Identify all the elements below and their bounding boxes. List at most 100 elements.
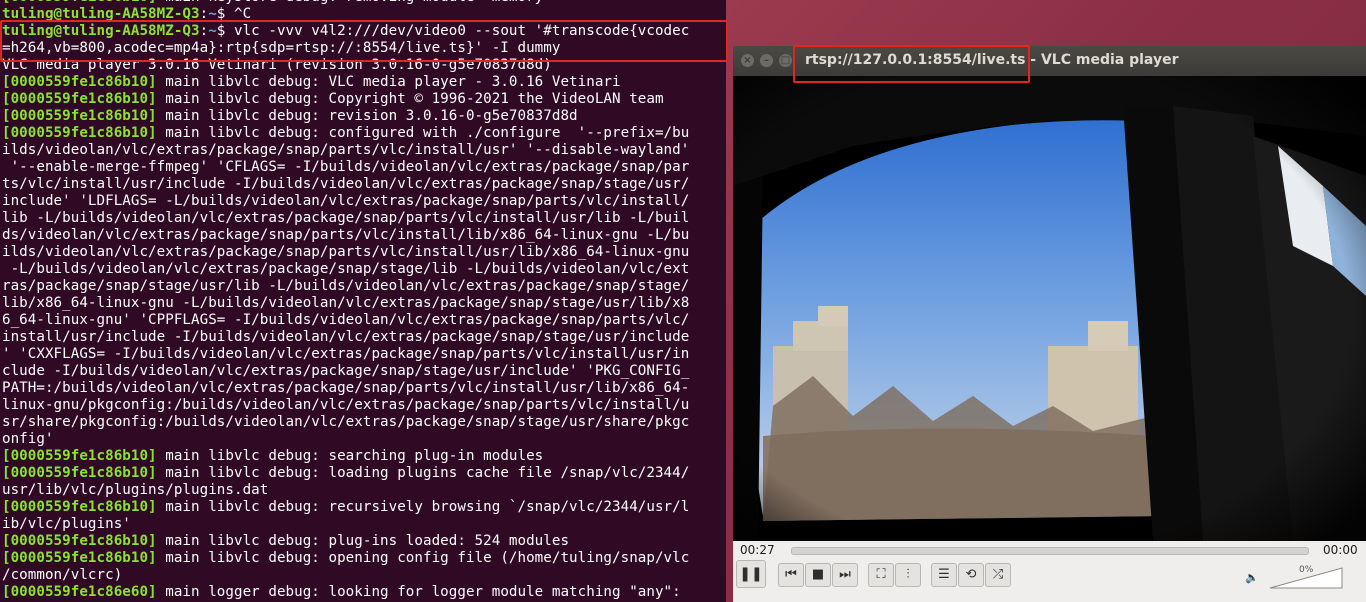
- terminal-text: clude -I/builds/videolan/vlc/extras/pack…: [2, 363, 690, 379]
- terminal-text: linux-gnu/pkgconfig:/builds/videolan/vlc…: [2, 397, 690, 413]
- terminal-text: =h264,vb=800,acodec=mp4a}:rtp{sdp=rtsp:/…: [2, 40, 561, 56]
- video-frame[interactable]: [733, 76, 1366, 541]
- terminal-text: ds/videolan/vlc/extras/package/snap/part…: [2, 227, 690, 243]
- terminal-line: ras/package/snap/stage/usr/lib -L/builds…: [2, 278, 724, 295]
- terminal-line: ilds/videolan/vlc/extras/package/snap/pa…: [2, 244, 724, 261]
- terminal-text: ilds/videolan/vlc/extras/package/snap/pa…: [2, 142, 690, 158]
- terminal-text: '--enable-merge-ffmpeg' 'CFLAGS= -I/buil…: [2, 159, 690, 175]
- terminal-text: ras/package/snap/stage/usr/lib -L/builds…: [2, 278, 690, 294]
- terminal-text: ~: [208, 6, 217, 22]
- stop-icon: ■: [811, 567, 825, 582]
- terminal-line: VLC media player 3.0.16 Vetinari (revisi…: [2, 57, 724, 74]
- stop-button[interactable]: ■: [805, 563, 831, 587]
- terminal-text: main libvlc debug: Copyright © 1996-2021…: [156, 91, 664, 107]
- terminal-line: [0000559fe1c86b10] main libvlc debug: pl…: [2, 533, 724, 550]
- terminal-text: include' 'LDFLAGS= -L/builds/videolan/vl…: [2, 193, 690, 209]
- maximize-icon[interactable]: □: [779, 54, 792, 67]
- playlist-button[interactable]: ☰: [931, 563, 957, 587]
- terminal-line: PATH=:/builds/videolan/vlc/extras/packag…: [2, 380, 724, 397]
- terminal-text: main libvlc debug: loading plugins cache…: [156, 465, 690, 481]
- terminal-line: install/usr/include -I/builds/videolan/v…: [2, 329, 724, 346]
- elapsed-time: 00:27: [740, 543, 775, 557]
- fullscreen-icon: ⛶: [876, 567, 886, 582]
- terminal-text: -L/builds/videolan/vlc/extras/package/sn…: [2, 261, 690, 277]
- vlc-titlebar[interactable]: × – □ rtsp://127.0.0.1:8554/live.ts - VL…: [733, 46, 1366, 76]
- terminal-line: ilds/videolan/vlc/extras/package/snap/pa…: [2, 142, 724, 159]
- terminal-log-id: [0000559fe1c86e60]: [2, 584, 157, 600]
- terminal-text: main logger debug: looking for logger mo…: [156, 584, 681, 600]
- terminal-text: sr/share/pkgconfig:/builds/videolan/vlc/…: [2, 414, 690, 430]
- terminal-line: usr/lib/vlc/plugins/plugins.dat: [2, 482, 724, 499]
- terminal-text: :: [199, 23, 209, 39]
- control-bar: 00:27 00:00 ❚❚ ⏮ ■ ⏭ ⛶ ⫶ ☰ ⟲ ⤮ 🔈 0%: [733, 541, 1366, 602]
- vlc-window[interactable]: × – □ rtsp://127.0.0.1:8554/live.ts - VL…: [733, 46, 1366, 602]
- terminal-text: :: [199, 6, 209, 22]
- terminal-log-id: [0000559fe1c86b10]: [2, 533, 157, 549]
- terminal-line: '--enable-merge-ffmpeg' 'CFLAGS= -I/buil…: [2, 159, 724, 176]
- total-time: 00:00: [1323, 543, 1358, 557]
- terminal-text: PATH=:/builds/videolan/vlc/extras/packag…: [2, 380, 690, 396]
- terminal-text: ilds/videolan/vlc/extras/package/snap/pa…: [2, 244, 690, 260]
- terminal-log-id: [0000559fe1c86b10]: [2, 550, 157, 566]
- terminal-line: tuling@tuling-AA58MZ-Q3:~$ ^C: [2, 6, 724, 23]
- terminal-output: [0000559fe1c86b10] main keystore debug: …: [2, 0, 724, 601]
- terminal-text: main keystore debug: removing module "me…: [157, 0, 552, 5]
- terminal-line: [0000559fe1c86b10] main libvlc debug: VL…: [2, 74, 724, 91]
- terminal-line: [0000559fe1c86b10] main libvlc debug: re…: [2, 499, 724, 516]
- terminal-line: linux-gnu/pkgconfig:/builds/videolan/vlc…: [2, 397, 724, 414]
- terminal-text: ts/vlc/install/usr/include -I/builds/vid…: [2, 176, 690, 192]
- terminal-line: /common/vlcrc): [2, 567, 724, 584]
- window-title: rtsp://127.0.0.1:8554/live.ts - VLC medi…: [805, 52, 1179, 68]
- close-icon[interactable]: ×: [741, 54, 754, 67]
- next-button[interactable]: ⏭: [832, 563, 858, 587]
- minimize-icon[interactable]: –: [760, 54, 773, 67]
- terminal-line: ib/vlc/plugins': [2, 516, 724, 533]
- playlist-icon: ☰: [938, 567, 950, 582]
- seek-slider[interactable]: [791, 547, 1309, 555]
- terminal-line: [0000559fe1c86b10] main libvlc debug: co…: [2, 125, 724, 142]
- terminal-text: lib -L/builds/videolan/vlc/extras/packag…: [2, 210, 690, 226]
- terminal-window[interactable]: [0000559fe1c86b10] main keystore debug: …: [0, 0, 726, 602]
- next-icon: ⏭: [839, 567, 851, 582]
- terminal-text: usr/lib/vlc/plugins/plugins.dat: [2, 482, 269, 498]
- terminal-text: 6_64-linux-gnu' 'CPPFLAGS= -I/builds/vid…: [2, 312, 690, 328]
- terminal-text: install/usr/include -I/builds/videolan/v…: [2, 329, 690, 345]
- terminal-line: lib/x86_64-linux-gnu -L/builds/videolan/…: [2, 295, 724, 312]
- terminal-log-id: [0000559fe1c86b10]: [2, 108, 157, 124]
- terminal-line: 6_64-linux-gnu' 'CPPFLAGS= -I/builds/vid…: [2, 312, 724, 329]
- terminal-line: onfig': [2, 431, 724, 448]
- terminal-line: [0000559fe1c86e60] main logger debug: lo…: [2, 584, 724, 601]
- pause-button[interactable]: ❚❚: [736, 560, 766, 588]
- equalizer-icon: ⫶: [906, 567, 910, 582]
- previous-button[interactable]: ⏮: [778, 563, 804, 587]
- extended-settings-button[interactable]: ⫶: [895, 563, 921, 587]
- terminal-text: ' 'CXXFLAGS= -I/builds/videolan/vlc/extr…: [2, 346, 690, 362]
- random-button[interactable]: ⤮: [985, 563, 1011, 587]
- terminal-text: $ vlc -vvv v4l2:///dev/video0 --sout '#t…: [216, 23, 690, 39]
- terminal-log-id: [0000559fe1c86b10]: [2, 499, 157, 515]
- terminal-text: ib/vlc/plugins': [2, 516, 131, 532]
- terminal-line: =h264,vb=800,acodec=mp4a}:rtp{sdp=rtsp:/…: [2, 40, 724, 57]
- speaker-icon[interactable]: 🔈: [1245, 571, 1259, 584]
- video-image: [733, 76, 1366, 541]
- volume-slider[interactable]: [1269, 567, 1343, 589]
- loop-button[interactable]: ⟲: [958, 563, 984, 587]
- terminal-text: main libvlc debug: recursively browsing …: [156, 499, 690, 515]
- terminal-line: [0000559fe1c86b10] main libvlc debug: se…: [2, 448, 724, 465]
- terminal-line: -L/builds/videolan/vlc/extras/package/sn…: [2, 261, 724, 278]
- terminal-log-id: tuling@tuling-AA58MZ-Q3: [2, 6, 200, 22]
- loop-icon: ⟲: [965, 567, 977, 582]
- terminal-line: sr/share/pkgconfig:/builds/videolan/vlc/…: [2, 414, 724, 431]
- terminal-log-id: tuling@tuling-AA58MZ-Q3: [2, 23, 200, 39]
- terminal-log-id: [0000559fe1c86b10]: [2, 448, 157, 464]
- terminal-log-id: [0000559fe1c86b10]: [2, 0, 157, 5]
- terminal-text: onfig': [2, 431, 54, 447]
- terminal-line: ts/vlc/install/usr/include -I/builds/vid…: [2, 176, 724, 193]
- fullscreen-button[interactable]: ⛶: [868, 563, 894, 587]
- terminal-text: ~: [208, 23, 217, 39]
- terminal-line: clude -I/builds/videolan/vlc/extras/pack…: [2, 363, 724, 380]
- terminal-line: include' 'LDFLAGS= -L/builds/videolan/vl…: [2, 193, 724, 210]
- terminal-text: main libvlc debug: VLC media player - 3.…: [156, 74, 621, 90]
- terminal-text: VLC media player 3.0.16 Vetinari (revisi…: [2, 57, 552, 73]
- terminal-text: lib/x86_64-linux-gnu -L/builds/videolan/…: [2, 295, 690, 311]
